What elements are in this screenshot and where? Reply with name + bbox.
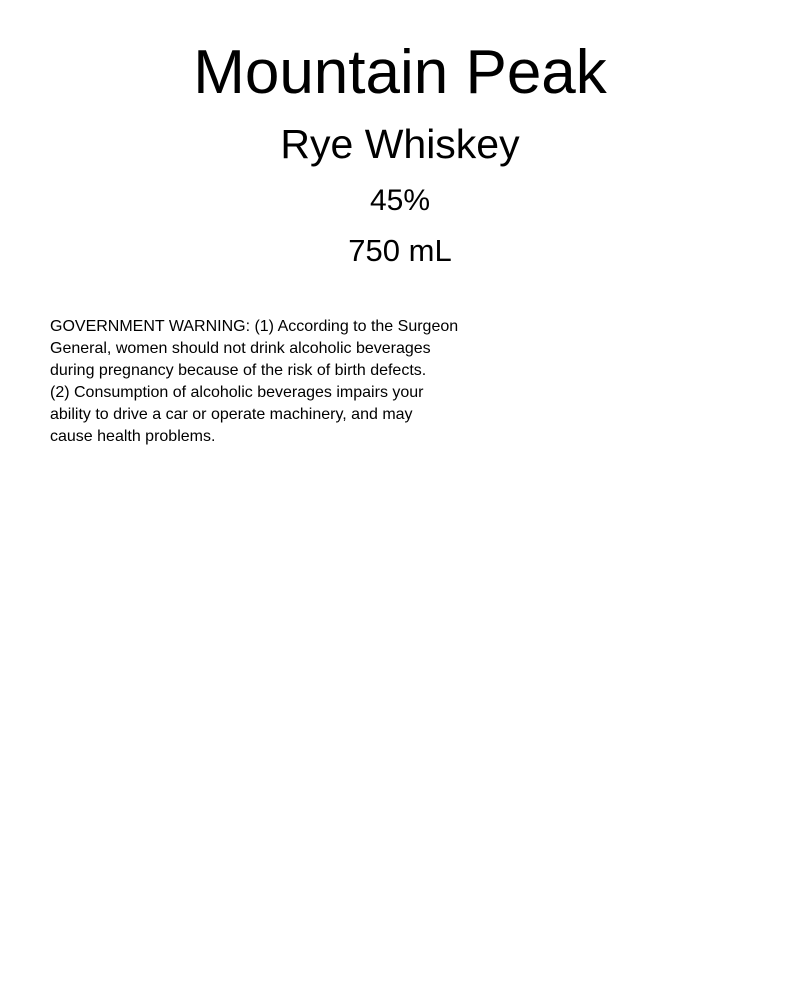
government-warning: GOVERNMENT WARNING: (1) According to the… <box>50 316 490 448</box>
net-contents: 750 mL <box>348 233 452 268</box>
product-type: Rye Whiskey <box>280 121 520 167</box>
warning-line: ability to drive a car or operate machin… <box>50 406 413 423</box>
brand-name: Mountain Peak <box>193 38 607 107</box>
warning-line: cause health problems. <box>50 428 216 445</box>
warning-line: (2) Consumption of alcoholic beverages i… <box>50 384 424 401</box>
alcohol-content: 45% <box>369 184 431 217</box>
warning-line: during pregnancy because of the risk of … <box>50 362 427 379</box>
warning-line: General, women should not drink alcoholi… <box>50 340 431 357</box>
product-label: Mountain Peak Rye Whiskey 45% 750 mL GOV… <box>0 0 800 1000</box>
warning-line: GOVERNMENT WARNING: (1) According to the… <box>50 318 459 335</box>
